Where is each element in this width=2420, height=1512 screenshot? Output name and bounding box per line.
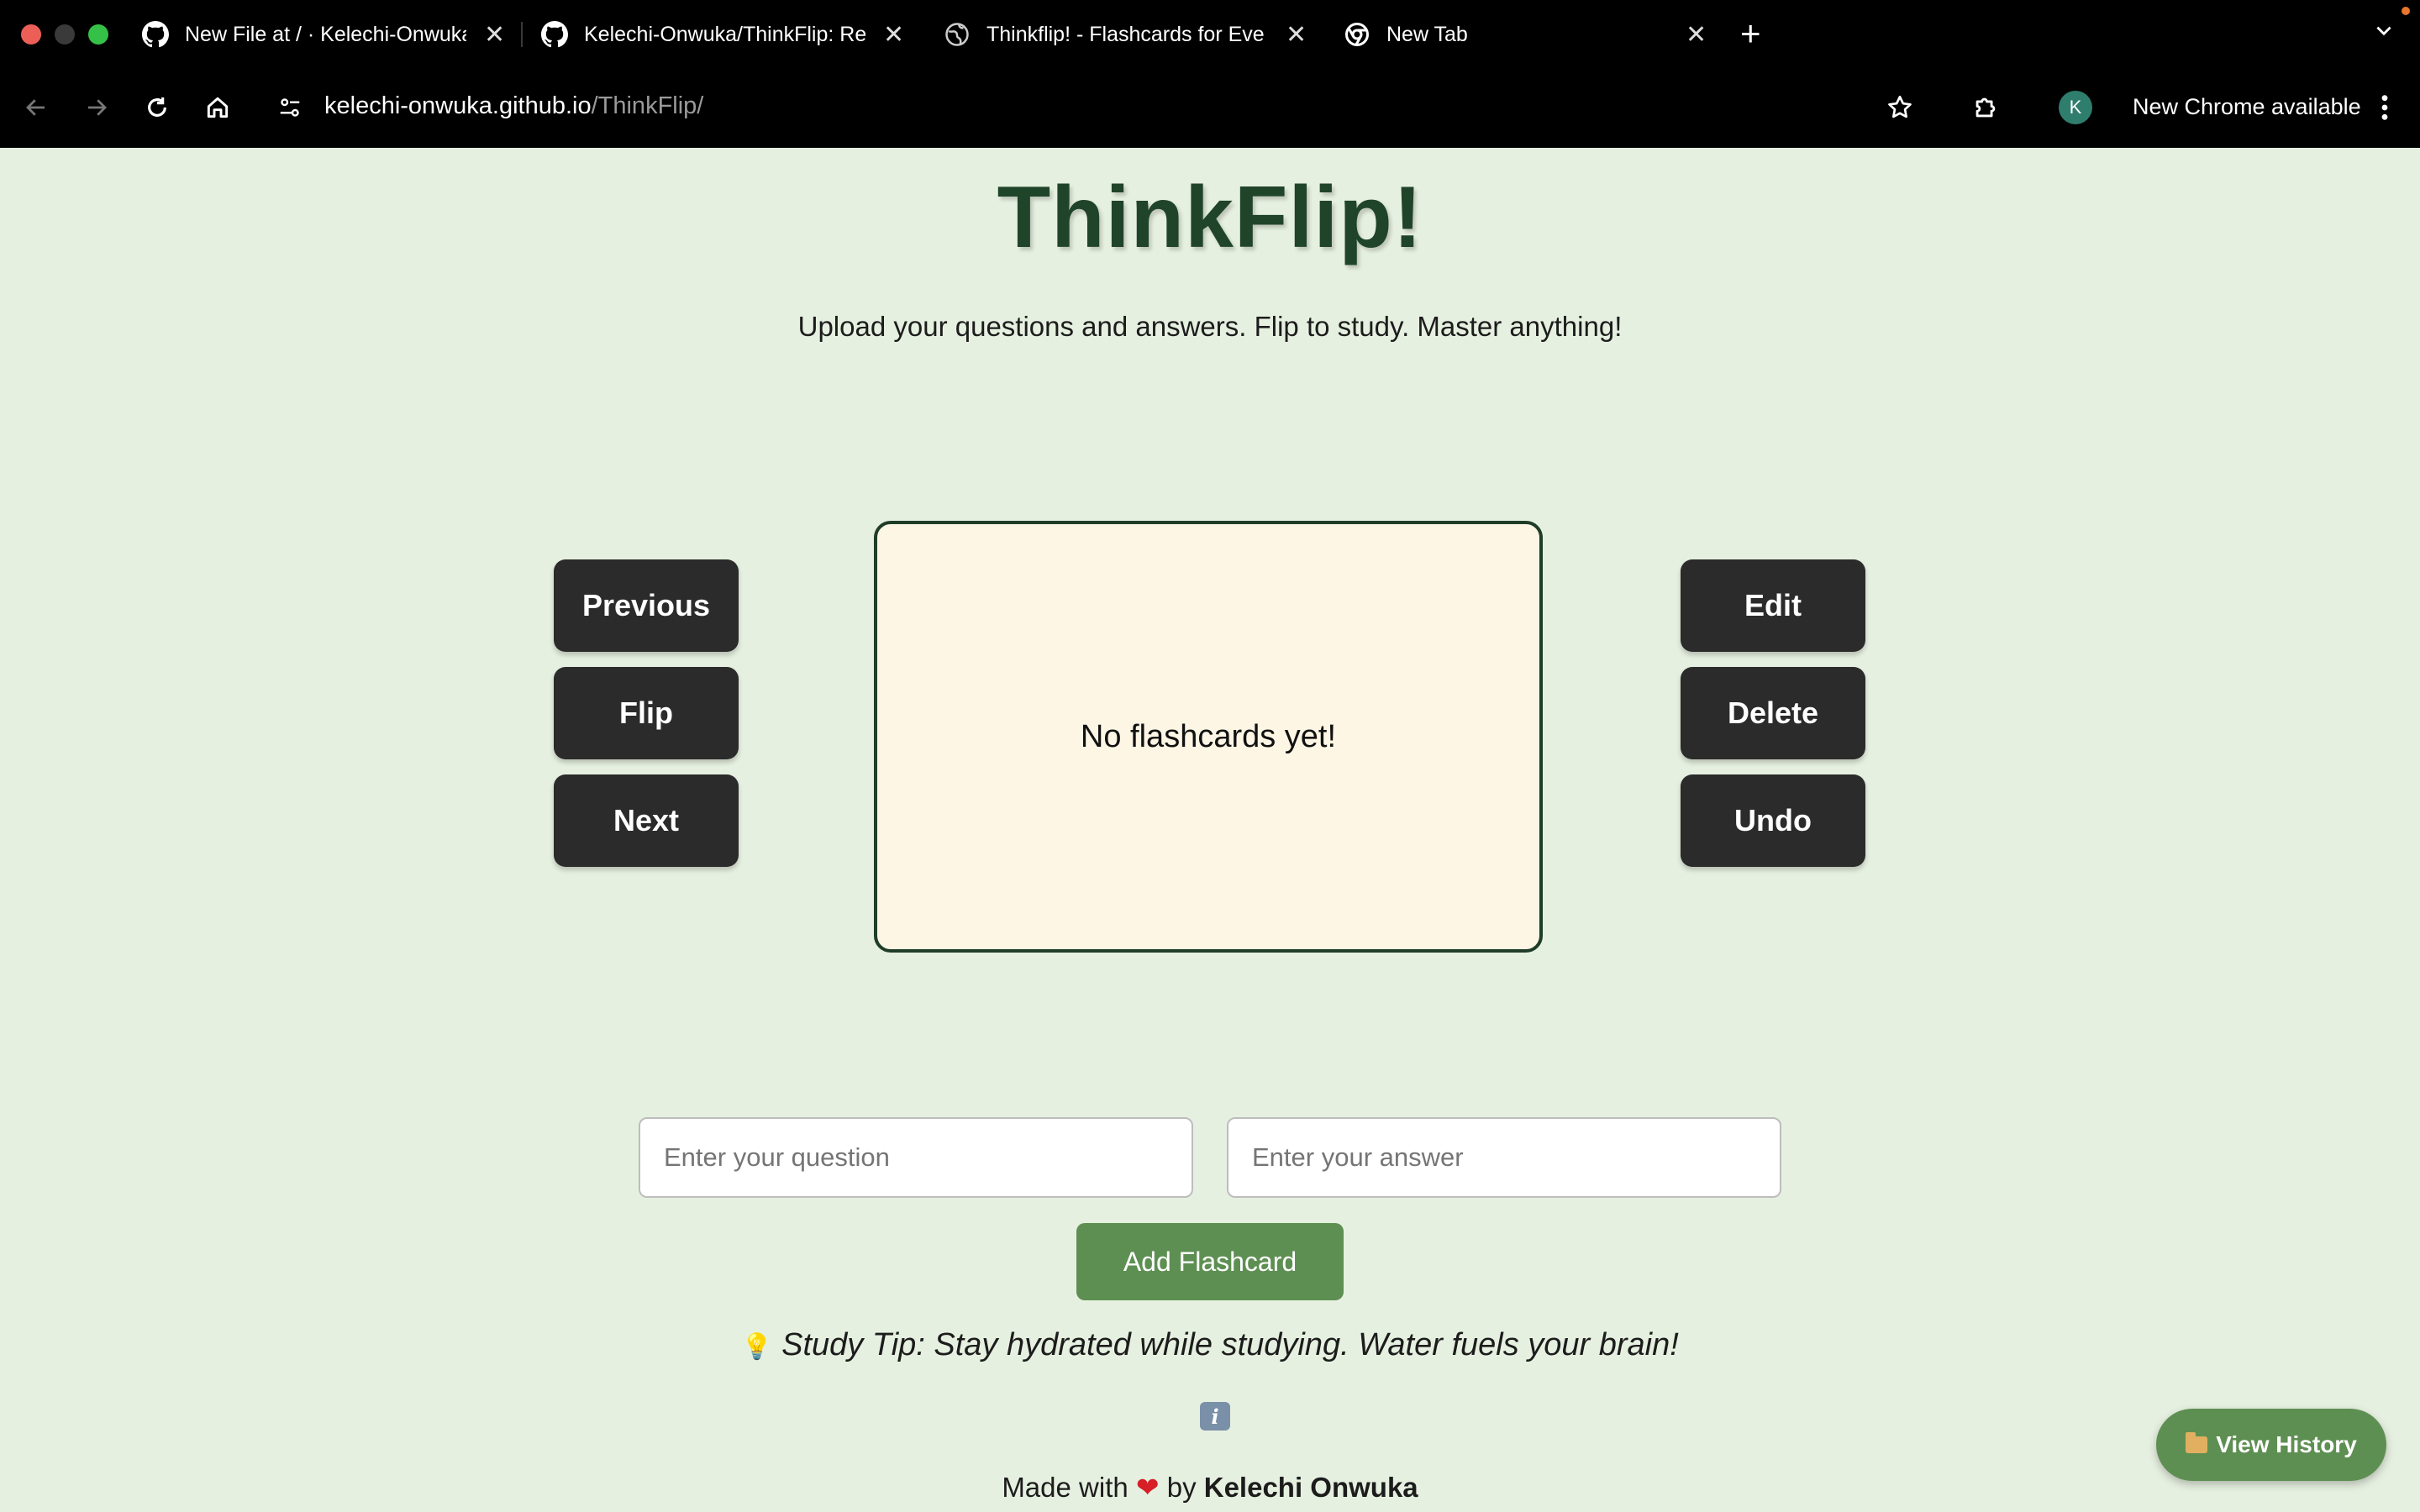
minimize-window-icon[interactable]	[55, 24, 75, 45]
info-icon[interactable]: i	[1200, 1402, 1230, 1431]
github-icon	[141, 20, 170, 49]
question-input[interactable]	[639, 1117, 1193, 1198]
close-tab-icon[interactable]: ✕	[484, 20, 505, 50]
site-settings-icon[interactable]	[271, 88, 309, 127]
new-chrome-available-button[interactable]: New Chrome available	[2133, 94, 2361, 120]
delete-button[interactable]: Delete	[1681, 667, 1865, 759]
next-button[interactable]: Next	[554, 774, 739, 867]
undo-button[interactable]: Undo	[1681, 774, 1865, 867]
tab-thinkflip[interactable]: Thinkflip! - Flashcards for Eve ✕	[943, 0, 1313, 69]
address-bar[interactable]: kelechi-onwuka.github.io/ThinkFlip/	[324, 92, 703, 120]
url-domain: kelechi-onwuka.github.io	[324, 92, 592, 119]
previous-button[interactable]: Previous	[554, 559, 739, 652]
heart-icon: ❤	[1135, 1472, 1160, 1503]
github-icon	[540, 20, 569, 49]
tab-new-file[interactable]: New File at / · Kelechi-Onwuka ✕	[141, 0, 511, 69]
study-tip-text: Study Tip: Stay hydrated while studying.…	[781, 1327, 1679, 1362]
reload-button[interactable]	[138, 88, 176, 127]
bookmark-star-icon[interactable]	[1881, 88, 1919, 127]
profile-avatar[interactable]: K	[2059, 91, 2092, 124]
folder-icon	[2186, 1432, 2208, 1453]
chrome-icon	[1343, 20, 1371, 49]
tab-divider	[521, 22, 523, 47]
view-history-button[interactable]: View History	[2156, 1409, 2386, 1481]
kebab-menu-icon[interactable]	[2365, 88, 2404, 127]
zoom-window-icon[interactable]	[88, 24, 108, 45]
url-path: /ThinkFlip/	[591, 92, 704, 119]
extensions-puzzle-icon[interactable]	[1966, 88, 2005, 127]
footer-prefix: Made with	[1002, 1472, 1128, 1503]
footer-by: by	[1166, 1472, 1197, 1503]
flashcard[interactable]: No flashcards yet!	[874, 521, 1543, 953]
page-subtitle: Upload your questions and answers. Flip …	[797, 311, 1623, 342]
add-flashcard-button[interactable]: Add Flashcard	[1076, 1223, 1344, 1300]
close-tab-icon[interactable]: ✕	[1686, 20, 1707, 50]
browser-chrome: New File at / · Kelechi-Onwuka ✕ Kelechi…	[0, 0, 2420, 148]
close-tab-icon[interactable]: ✕	[883, 20, 904, 50]
back-button[interactable]	[17, 88, 55, 127]
tab-title: Thinkflip! - Flashcards for Eve	[986, 22, 1265, 46]
tab-title: New File at / · Kelechi-Onwuka	[185, 22, 466, 46]
update-dot	[2402, 7, 2410, 15]
footer-author: Kelechi Onwuka	[1203, 1472, 1418, 1503]
study-tip: 💡 Study Tip: Stay hydrated while studyin…	[0, 1327, 2420, 1363]
tab-new-tab[interactable]: New Tab ✕	[1343, 0, 1712, 69]
forward-button[interactable]	[77, 88, 116, 127]
thinkflip-page: ThinkFlip! Upload your questions and ans…	[0, 148, 2420, 1512]
view-history-label: View History	[2216, 1431, 2357, 1457]
globe-icon	[943, 20, 971, 49]
close-tab-icon[interactable]: ✕	[1286, 20, 1307, 50]
home-button[interactable]	[198, 88, 237, 127]
close-window-icon[interactable]	[21, 24, 41, 45]
tab-title: Kelechi-Onwuka/ThinkFlip: Re	[584, 22, 865, 46]
page-title: ThinkFlip!	[997, 169, 1423, 266]
tab-title: New Tab	[1386, 22, 1468, 46]
edit-button[interactable]: Edit	[1681, 559, 1865, 652]
footer: Made with ❤ by Kelechi Onwuka	[0, 1471, 2420, 1504]
tab-github-repo[interactable]: Kelechi-Onwuka/ThinkFlip: Re ✕	[540, 0, 910, 69]
tab-search-chevron-icon[interactable]	[2373, 20, 2395, 46]
flip-button[interactable]: Flip	[554, 667, 739, 759]
new-tab-button[interactable]: +	[1740, 13, 1761, 54]
flashcard-text: No flashcards yet!	[1080, 718, 1337, 754]
answer-input[interactable]	[1227, 1117, 1781, 1198]
lightbulb-icon: 💡	[741, 1333, 773, 1361]
